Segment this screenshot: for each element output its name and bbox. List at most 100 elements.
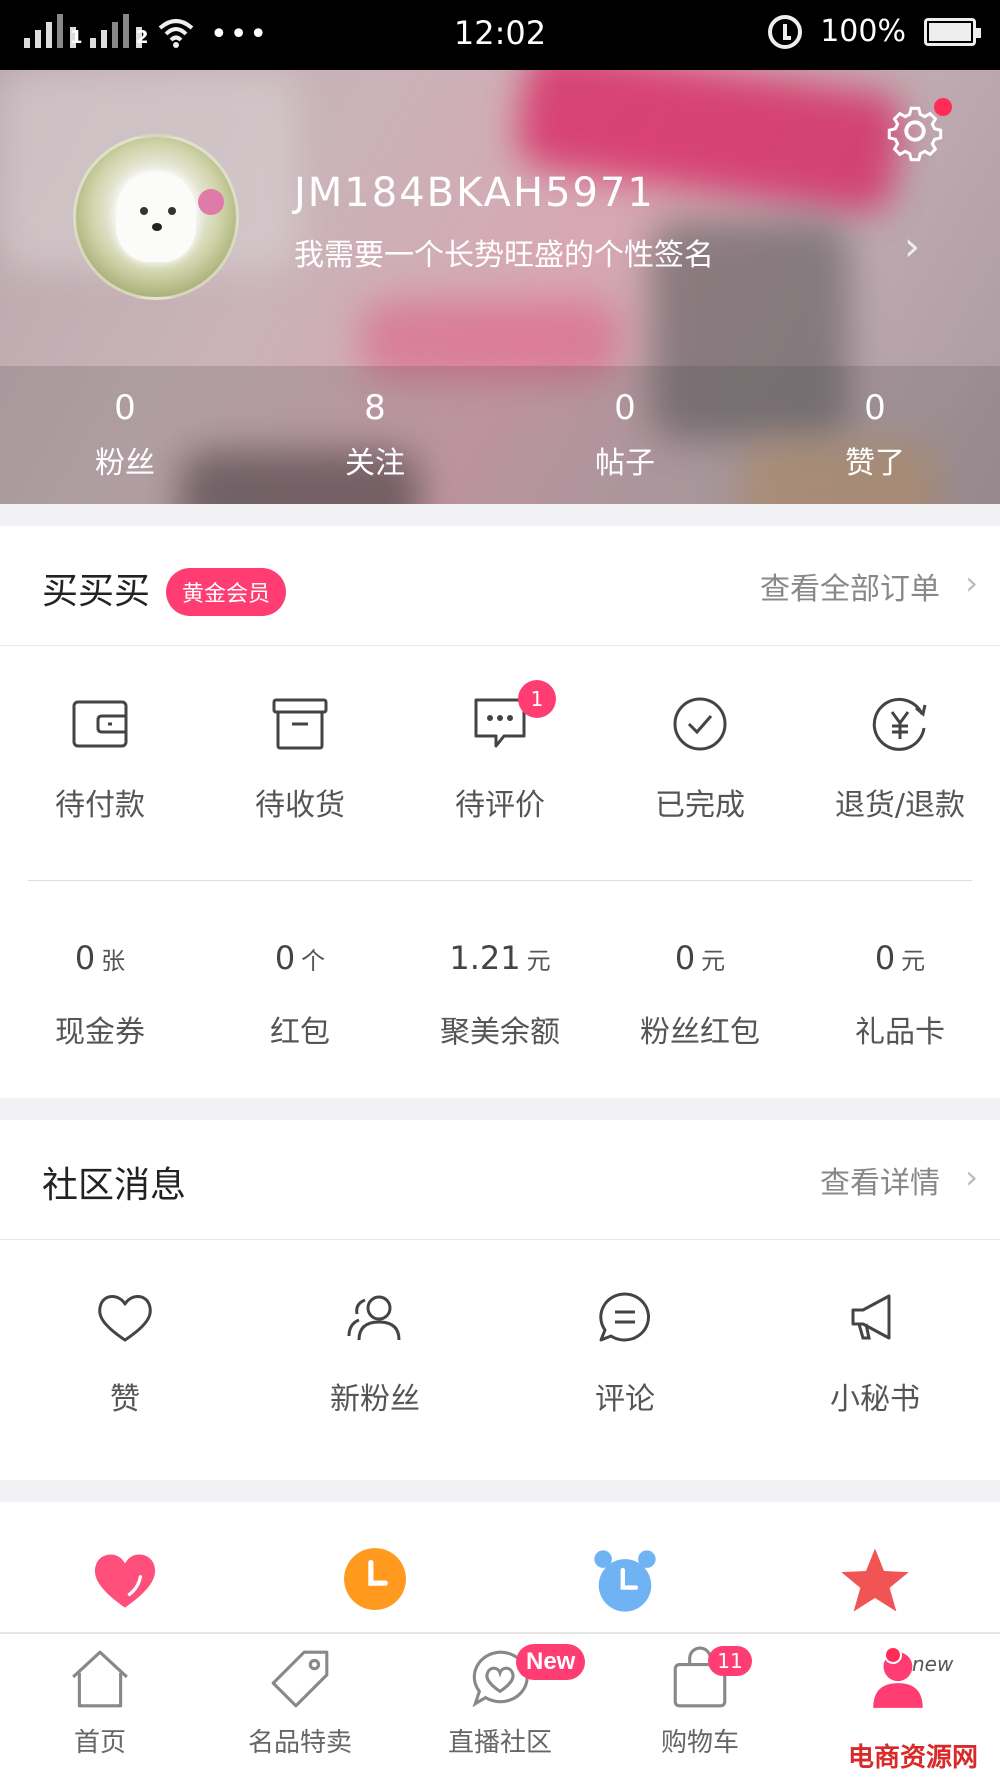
- orders-header: 买买买 黄金会员 查看全部订单 ›: [0, 526, 1000, 646]
- profile-chevron-right-icon[interactable]: ›: [904, 224, 920, 270]
- tab-live-community[interactable]: New 直播社区: [400, 1634, 600, 1778]
- clock-icon: [344, 1548, 406, 1610]
- avatar[interactable]: [73, 134, 239, 300]
- asset-unit: 元: [901, 947, 926, 975]
- asset-unit: 元: [526, 947, 551, 975]
- order-pending-receipt[interactable]: 待收货: [200, 694, 400, 880]
- refund-yen-icon: [872, 697, 927, 751]
- megaphone-icon: [851, 1294, 891, 1340]
- stat-liked[interactable]: 0 赞了: [750, 366, 1000, 504]
- tab-brand-sale[interactable]: 名品特卖: [200, 1634, 400, 1778]
- asset-balance[interactable]: 1.21 元 聚美余额: [400, 939, 600, 1051]
- community-header: 社区消息 查看详情 ›: [0, 1120, 1000, 1240]
- community-label: 新粉丝: [330, 1382, 420, 1417]
- order-status-row: 待付款 待收货 1 待评价 已完成 退货/退款: [0, 646, 1000, 880]
- order-pending-payment[interactable]: 待付款: [0, 694, 200, 880]
- review-count-badge: 1: [518, 680, 556, 718]
- community-label: 评论: [595, 1382, 655, 1417]
- asset-value: 1.21: [449, 939, 521, 977]
- chevron-right-icon[interactable]: ›: [965, 1158, 978, 1196]
- order-status-label: 已完成: [655, 788, 745, 823]
- order-status-label: 待付款: [55, 788, 145, 823]
- stat-label: 关注: [345, 446, 405, 481]
- tab-home[interactable]: 首页: [0, 1634, 200, 1778]
- orders-card: 买买买 黄金会员 查看全部订单 › 待付款 待收货 1 待评价 已完成 退货/退…: [0, 526, 1000, 1098]
- orders-title: 买买买: [42, 571, 151, 612]
- stat-label: 赞了: [845, 446, 905, 481]
- asset-label: 礼品卡: [855, 1015, 945, 1050]
- member-badge: 黄金会员: [166, 568, 287, 616]
- bottom-tab-bar: 首页 名品特卖 New 直播社区 11 购物车 new 电商资源网: [0, 1632, 1000, 1778]
- stat-posts[interactable]: 0 帖子: [500, 366, 750, 504]
- comment-icon: [599, 1292, 651, 1342]
- view-all-orders-link[interactable]: 查看全部订单: [760, 564, 940, 608]
- tag-icon: [271, 1650, 329, 1708]
- chevron-right-icon[interactable]: ›: [965, 564, 978, 602]
- asset-label: 现金券: [55, 1015, 145, 1050]
- asset-unit: 张: [101, 947, 126, 975]
- asset-label: 聚美余额: [440, 1015, 560, 1050]
- box-icon: [272, 698, 328, 750]
- asset-gift-card[interactable]: 0元 礼品卡: [800, 939, 1000, 1051]
- shortcut-card: [0, 1502, 1000, 1632]
- community-card: 社区消息 查看详情 › 赞 新粉丝 评论 小秘书: [0, 1120, 1000, 1480]
- check-circle-icon: [673, 697, 727, 751]
- community-secretary[interactable]: 小秘书: [750, 1288, 1000, 1418]
- tab-label: 购物车: [660, 1728, 739, 1758]
- wallet-icon: [72, 700, 128, 748]
- community-title: 社区消息: [42, 1165, 187, 1206]
- shortcut-history[interactable]: [250, 1546, 500, 1616]
- asset-value: 0: [674, 939, 696, 977]
- asset-label: 粉丝红包: [640, 1015, 760, 1050]
- order-status-label: 待收货: [255, 788, 345, 823]
- order-refund[interactable]: 退货/退款: [800, 694, 1000, 880]
- community-new-fans[interactable]: 新粉丝: [250, 1288, 500, 1418]
- stat-fans[interactable]: 0 粉丝: [0, 366, 250, 504]
- community-likes[interactable]: 赞: [0, 1288, 250, 1418]
- signature[interactable]: 我需要一个长势旺盛的个性签名: [294, 230, 714, 274]
- asset-value: 0: [874, 939, 896, 977]
- watermark-text: 电商资源网: [847, 1743, 978, 1773]
- heart-outline-icon: [98, 1295, 152, 1342]
- home-icon: [72, 1650, 128, 1708]
- profile-header: JM184BKAH5971 我需要一个长势旺盛的个性签名 › 0 粉丝 8 关注…: [0, 70, 1000, 504]
- community-label: 小秘书: [830, 1382, 920, 1417]
- users-icon: [347, 1295, 401, 1341]
- order-pending-review[interactable]: 1 待评价: [400, 680, 600, 880]
- order-status-label: 待评价: [455, 788, 545, 823]
- order-completed[interactable]: 已完成: [600, 694, 800, 880]
- tab-label: 名品特卖: [247, 1728, 352, 1758]
- view-detail-link[interactable]: 查看详情: [820, 1158, 940, 1202]
- shortcut-collection[interactable]: [750, 1546, 1000, 1616]
- stat-value: 8: [364, 388, 386, 428]
- me-notification-dot: [884, 1646, 902, 1664]
- stat-following[interactable]: 8 关注: [250, 366, 500, 504]
- alarm-icon: [594, 1550, 656, 1612]
- stat-value: 0: [114, 388, 136, 428]
- profile-stats: 0 粉丝 8 关注 0 帖子 0 赞了: [0, 366, 1000, 504]
- cart-count-badge: 11: [708, 1646, 752, 1676]
- tab-label: 首页: [73, 1728, 126, 1758]
- status-right: 100%: [768, 14, 981, 49]
- tab-label: 直播社区: [447, 1728, 552, 1758]
- star-icon: [841, 1548, 909, 1612]
- community-label: 赞: [110, 1382, 140, 1417]
- settings-notification-dot: [934, 98, 952, 116]
- shortcut-favorite[interactable]: [0, 1546, 250, 1616]
- heart-filled-icon: [94, 1554, 156, 1608]
- order-status-label: 退货/退款: [834, 788, 966, 823]
- stat-label: 粉丝: [95, 446, 155, 481]
- asset-label: 红包: [270, 1015, 330, 1050]
- asset-fan-red-packet[interactable]: 0元 粉丝红包: [600, 939, 800, 1051]
- shortcut-reminder[interactable]: [500, 1546, 750, 1616]
- username[interactable]: JM184BKAH5971: [294, 170, 655, 216]
- asset-unit: 个: [301, 947, 326, 975]
- stat-label: 帖子: [595, 446, 655, 481]
- new-pill-badge: New: [516, 1644, 586, 1680]
- asset-unit: 元: [701, 947, 726, 975]
- shortcut-row: [0, 1502, 1000, 1616]
- community-comments[interactable]: 评论: [500, 1288, 750, 1418]
- asset-cash-coupon[interactable]: 0张 现金券: [0, 939, 200, 1051]
- tab-cart[interactable]: 11 购物车: [600, 1634, 800, 1778]
- asset-red-packet[interactable]: 0个 红包: [200, 939, 400, 1051]
